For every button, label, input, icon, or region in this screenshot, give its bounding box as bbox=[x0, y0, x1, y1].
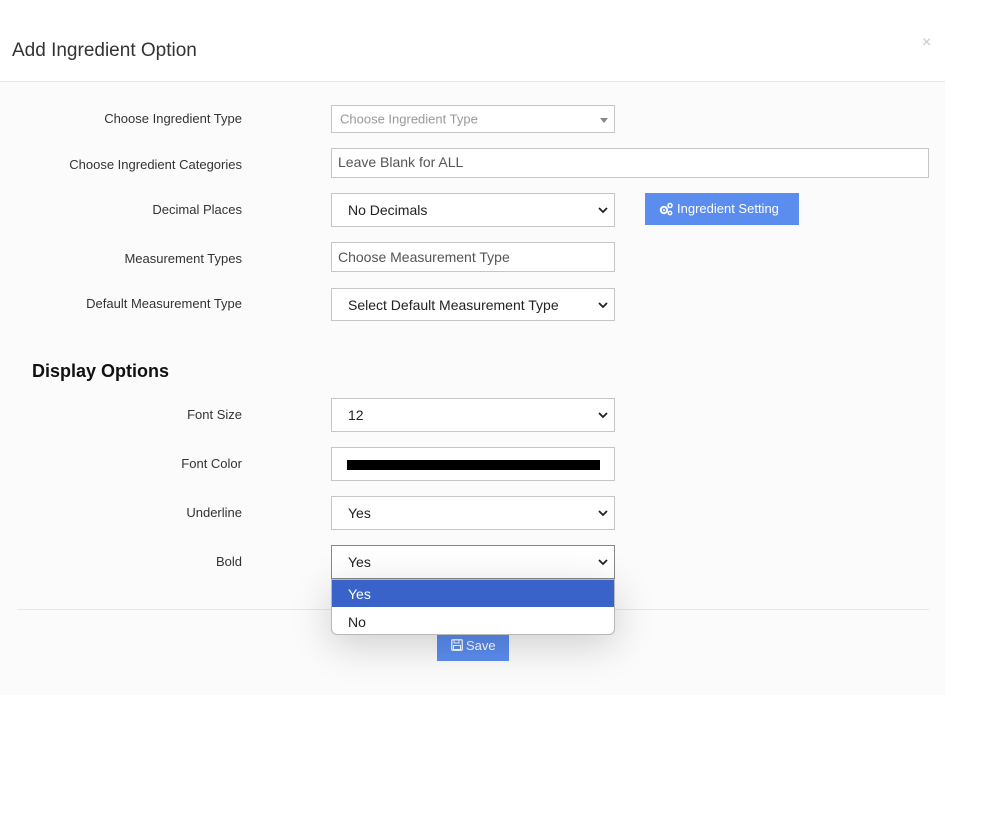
dropdown-option-label: No bbox=[348, 613, 366, 630]
default-measurement-type-value: Select Default Measurement Type bbox=[348, 296, 559, 313]
floppy-disk-icon bbox=[451, 639, 463, 651]
chevron-down-icon bbox=[598, 412, 608, 419]
ingredient-type-select[interactable]: Choose Ingredient Type bbox=[331, 105, 615, 133]
dropdown-option-label: Yes bbox=[348, 585, 371, 602]
decimal-places-value: No Decimals bbox=[348, 202, 428, 218]
bold-value: Yes bbox=[348, 554, 371, 570]
dialog-title: Add Ingredient Option bbox=[12, 40, 197, 61]
close-icon[interactable]: × bbox=[922, 34, 931, 52]
bold-dropdown-list: Yes No bbox=[331, 579, 615, 635]
save-label: Save bbox=[466, 638, 496, 653]
measurement-types-input[interactable]: Choose Measurement Type bbox=[331, 242, 615, 272]
dropdown-option-yes[interactable]: Yes bbox=[332, 580, 614, 607]
ingredient-categories-input[interactable]: Leave Blank for ALL bbox=[331, 148, 929, 178]
font-size-value: 12 bbox=[348, 407, 364, 423]
caret-down-icon bbox=[600, 118, 608, 123]
underline-label: Underline bbox=[186, 505, 242, 520]
decimal-places-label: Decimal Places bbox=[152, 202, 242, 217]
ingredient-type-placeholder: Choose Ingredient Type bbox=[340, 111, 478, 127]
dialog-header: Add Ingredient Option × bbox=[0, 0, 945, 82]
ingredient-setting-button[interactable]: Ingredient Setting bbox=[645, 193, 799, 225]
chevron-down-icon bbox=[598, 510, 608, 517]
gears-icon bbox=[659, 202, 673, 216]
font-size-label: Font Size bbox=[187, 407, 242, 422]
font-size-select[interactable]: 12 bbox=[331, 398, 615, 432]
display-options-heading: Display Options bbox=[32, 361, 170, 381]
save-button[interactable]: Save bbox=[437, 632, 509, 661]
dropdown-option-no[interactable]: No bbox=[332, 608, 614, 634]
chevron-down-icon bbox=[598, 559, 608, 566]
measurement-types-label: Measurement Types bbox=[124, 251, 242, 266]
default-measurement-type-label: Default Measurement Type bbox=[86, 296, 242, 311]
underline-select[interactable]: Yes bbox=[331, 496, 615, 530]
font-color-picker[interactable] bbox=[331, 447, 615, 481]
bold-select[interactable]: Yes bbox=[331, 545, 615, 579]
ingredient-type-label: Choose Ingredient Type bbox=[104, 111, 242, 126]
ingredient-categories-value: Leave Blank for ALL bbox=[338, 154, 464, 170]
underline-value: Yes bbox=[348, 505, 371, 521]
decimal-places-select[interactable]: No Decimals bbox=[331, 193, 615, 227]
measurement-types-placeholder: Choose Measurement Type bbox=[338, 249, 510, 265]
default-measurement-type-select[interactable]: Select Default Measurement Type bbox=[331, 288, 615, 321]
chevron-down-icon bbox=[598, 207, 608, 214]
ingredient-categories-label: Choose Ingredient Categories bbox=[69, 157, 242, 172]
ingredient-setting-label: Ingredient Setting bbox=[677, 201, 779, 216]
font-color-swatch bbox=[347, 460, 600, 470]
bold-label: Bold bbox=[215, 554, 242, 569]
add-ingredient-option-dialog: Add Ingredient Option × Choose Ingredien… bbox=[0, 0, 945, 695]
font-color-label: Font Color bbox=[181, 456, 242, 471]
chevron-down-icon bbox=[598, 301, 608, 308]
